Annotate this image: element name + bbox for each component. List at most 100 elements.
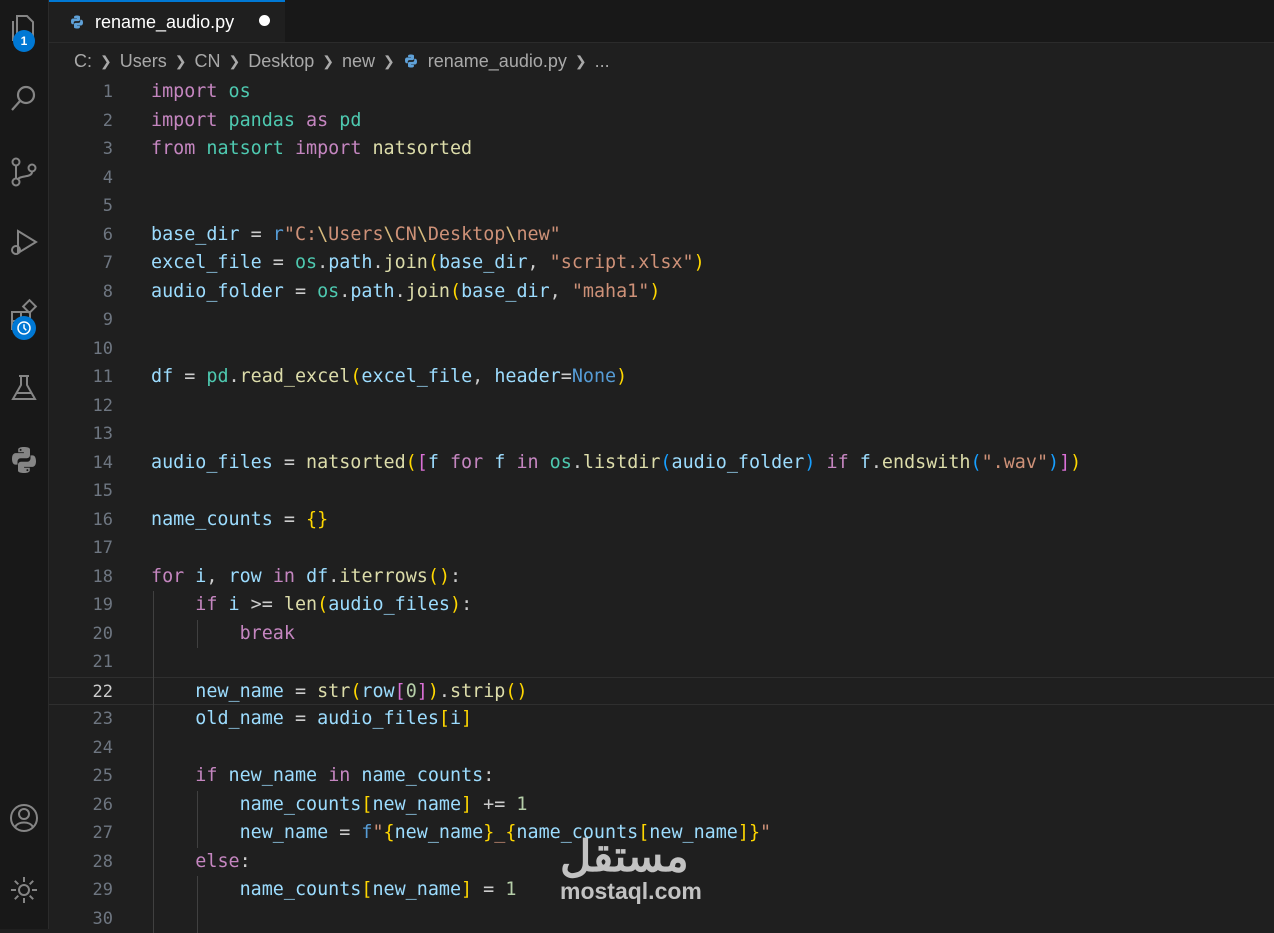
code-text: name_counts[new_name] += 1 xyxy=(151,791,527,820)
indent-guide xyxy=(197,791,198,848)
code-line[interactable]: 1 import os xyxy=(49,78,1274,107)
tab-rename-audio[interactable]: rename_audio.py xyxy=(49,0,285,42)
unsaved-dot-icon[interactable] xyxy=(259,15,270,26)
testing-icon[interactable] xyxy=(0,364,48,412)
code-line[interactable]: 27 new_name = f"{new_name}_{name_counts[… xyxy=(49,819,1274,848)
line-number: 6 xyxy=(49,221,113,250)
chevron-right-icon: ❯ xyxy=(575,53,587,70)
line-number: 25 xyxy=(49,762,113,791)
code-text: if i >= len(audio_files): xyxy=(151,591,472,620)
code-line[interactable]: 29 name_counts[new_name] = 1 xyxy=(49,876,1274,905)
account-icon[interactable] xyxy=(0,794,48,842)
code-line[interactable]: 8audio_folder = os.path.join(base_dir, "… xyxy=(49,278,1274,307)
breadcrumb: C:❯ Users❯ CN❯ Desktop❯ new❯ rename_audi… xyxy=(74,46,610,76)
breadcrumb-item[interactable]: Desktop xyxy=(248,51,314,72)
line-number: 26 xyxy=(49,791,113,820)
run-debug-icon[interactable] xyxy=(0,218,48,266)
tab-bar: rename_audio.py xyxy=(49,0,1274,43)
line-number: 9 xyxy=(49,306,113,335)
code-line[interactable]: 18 for i, row in df.iterrows(): xyxy=(49,563,1274,592)
line-number: 23 xyxy=(49,705,113,734)
code-line[interactable]: 15 xyxy=(49,477,1274,506)
line-number: 20 xyxy=(49,620,113,649)
breadcrumb-item[interactable]: C: xyxy=(74,51,92,72)
code-line[interactable]: 12 xyxy=(49,392,1274,421)
code-line[interactable]: 13 xyxy=(49,420,1274,449)
code-text: import os xyxy=(151,78,251,107)
line-number: 1 xyxy=(49,78,113,107)
python-file-icon xyxy=(403,53,419,69)
line-number: 10 xyxy=(49,335,113,364)
code-line[interactable]: 22 new_name = str(row[0]).strip() xyxy=(49,677,1274,706)
code-line[interactable]: 3 from natsort import natsorted xyxy=(49,135,1274,164)
indent-guide xyxy=(153,591,154,933)
line-number: 28 xyxy=(49,848,113,877)
line-number: 16 xyxy=(49,506,113,535)
line-number: 21 xyxy=(49,648,113,677)
settings-gear-icon[interactable] xyxy=(0,866,48,914)
code-text: df = pd.read_excel(excel_file, header=No… xyxy=(151,363,627,392)
line-number: 3 xyxy=(49,135,113,164)
explorer-badge: 1 xyxy=(13,30,35,52)
code-text: if new_name in name_counts: xyxy=(151,762,494,791)
code-line[interactable]: 2 import pandas as pd xyxy=(49,107,1274,136)
code-text: else: xyxy=(151,848,251,877)
code-line[interactable]: 9 xyxy=(49,306,1274,335)
python-icon[interactable] xyxy=(0,436,48,484)
code-line[interactable]: 11 df = pd.read_excel(excel_file, header=… xyxy=(49,363,1274,392)
line-number: 24 xyxy=(49,734,113,763)
code-line[interactable]: 25 if new_name in name_counts: xyxy=(49,762,1274,791)
code-line[interactable]: 4 xyxy=(49,164,1274,193)
chevron-right-icon: ❯ xyxy=(383,53,395,70)
indent-guide xyxy=(197,876,198,933)
code-line[interactable]: 26 name_counts[new_name] += 1 xyxy=(49,791,1274,820)
code-line[interactable]: 14audio_files = natsorted([f for f in os… xyxy=(49,449,1274,478)
code-line[interactable]: 19 if i >= len(audio_files): xyxy=(49,591,1274,620)
code-text: old_name = audio_files[i] xyxy=(151,705,472,734)
line-number: 7 xyxy=(49,249,113,278)
code-text: excel_file = os.path.join(base_dir, "scr… xyxy=(151,249,705,278)
code-text: break xyxy=(151,620,295,649)
code-editor[interactable]: 1 import os 2 import pandas as pd 3 from nats… xyxy=(49,78,1274,929)
breadcrumb-item[interactable]: CN xyxy=(194,51,220,72)
line-number: 8 xyxy=(49,278,113,307)
activity-bar: 1 xyxy=(0,0,49,929)
line-number: 18 xyxy=(49,563,113,592)
breadcrumb-item[interactable]: rename_audio.py xyxy=(428,51,567,72)
indent-guide xyxy=(197,620,198,649)
code-text: name_counts[new_name] = 1 xyxy=(151,876,516,905)
code-line[interactable]: 7 excel_file = os.path.join(base_dir, "sc… xyxy=(49,249,1274,278)
line-number: 5 xyxy=(49,192,113,221)
code-text: from natsort import natsorted xyxy=(151,135,472,164)
code-line[interactable]: 16 name_counts = {} xyxy=(49,506,1274,535)
code-line[interactable]: 21 xyxy=(49,648,1274,677)
line-number: 15 xyxy=(49,477,113,506)
code-line[interactable]: 5 xyxy=(49,192,1274,221)
code-text: name_counts = {} xyxy=(151,506,328,535)
breadcrumb-item[interactable]: ... xyxy=(595,51,610,72)
line-number: 22 xyxy=(49,678,113,707)
line-number: 4 xyxy=(49,164,113,193)
code-line[interactable]: 23 old_name = audio_files[i] xyxy=(49,705,1274,734)
code-line[interactable]: 20 break xyxy=(49,620,1274,649)
code-line[interactable]: 24 xyxy=(49,734,1274,763)
code-text: for i, row in df.iterrows(): xyxy=(151,563,461,592)
breadcrumb-item[interactable]: Users xyxy=(120,51,167,72)
code-line[interactable]: 10 xyxy=(49,335,1274,364)
line-number: 2 xyxy=(49,107,113,136)
source-control-icon[interactable] xyxy=(0,148,48,196)
code-line[interactable]: 28 else: xyxy=(49,848,1274,877)
chevron-right-icon: ❯ xyxy=(175,53,187,70)
line-number: 17 xyxy=(49,534,113,563)
code-line[interactable]: 6 base_dir = r"C:\Users\CN\Desktop\new" xyxy=(49,221,1274,250)
breadcrumb-item[interactable]: new xyxy=(342,51,375,72)
code-text: base_dir = r"C:\Users\CN\Desktop\new" xyxy=(151,221,561,250)
clock-icon xyxy=(12,316,36,340)
code-line[interactable]: 17 xyxy=(49,534,1274,563)
tab-label: rename_audio.py xyxy=(95,12,234,33)
line-number: 14 xyxy=(49,449,113,478)
line-number: 11 xyxy=(49,363,113,392)
line-number: 19 xyxy=(49,591,113,620)
search-icon[interactable] xyxy=(0,74,48,122)
code-text: import pandas as pd xyxy=(151,107,361,136)
